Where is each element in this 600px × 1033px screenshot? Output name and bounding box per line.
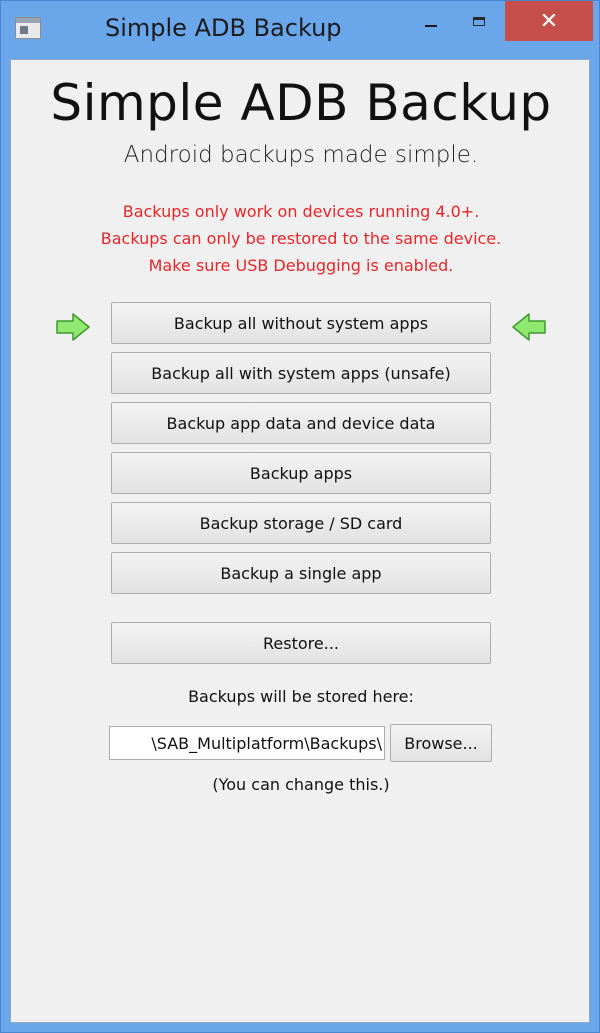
backup-single-app-button[interactable]: Backup a single app — [111, 552, 491, 594]
app-subheading: Android backups made simple. — [123, 142, 479, 168]
app-icon-pane — [20, 26, 28, 34]
close-icon: ✕ — [539, 8, 559, 34]
browse-button[interactable]: Browse... — [390, 724, 492, 762]
window-app-icon[interactable] — [15, 17, 41, 39]
backup-path-value: \SAB_Multiplatform\Backups\ — [151, 733, 382, 753]
warning-text: Backups only work on devices running 4.0… — [11, 198, 591, 279]
arrow-right-icon — [56, 313, 90, 341]
change-location-note: (You can change this.) — [212, 775, 390, 794]
app-icon-bar — [16, 18, 40, 23]
backup-path-field[interactable]: \SAB_Multiplatform\Backups\ — [109, 726, 385, 760]
arrow-left-icon — [512, 313, 546, 341]
backup-app-and-device-data-button[interactable]: Backup app data and device data — [111, 402, 491, 444]
minimize-icon — [425, 25, 437, 27]
backup-all-without-system-apps-button[interactable]: Backup all without system apps — [111, 302, 491, 344]
app-window: Simple ADB Backup ✕ Simple ADB Backup An… — [0, 0, 600, 1033]
app-heading: Simple ADB Backup — [50, 74, 552, 132]
restore-button[interactable]: Restore... — [111, 622, 491, 664]
backup-apps-button[interactable]: Backup apps — [111, 452, 491, 494]
warning-line-usb-debugging: Make sure USB Debugging is enabled. — [148, 256, 454, 275]
minimize-button[interactable] — [409, 1, 453, 41]
main-panel: Simple ADB Backup Android backups made s… — [10, 59, 590, 1023]
backup-all-with-system-apps-button[interactable]: Backup all with system apps (unsafe) — [111, 352, 491, 394]
window-title: Simple ADB Backup — [105, 14, 342, 42]
backup-storage-button[interactable]: Backup storage / SD card — [111, 502, 491, 544]
maximize-icon — [473, 16, 485, 26]
warning-line-version: Backups only work on devices running 4.0… — [122, 202, 480, 221]
storage-location-label: Backups will be stored here: — [188, 687, 414, 706]
title-bar[interactable]: Simple ADB Backup ✕ — [1, 1, 599, 59]
close-button[interactable]: ✕ — [505, 1, 593, 41]
maximize-button[interactable] — [457, 1, 501, 41]
warning-line-restore: Backups can only be restored to the same… — [100, 229, 502, 248]
